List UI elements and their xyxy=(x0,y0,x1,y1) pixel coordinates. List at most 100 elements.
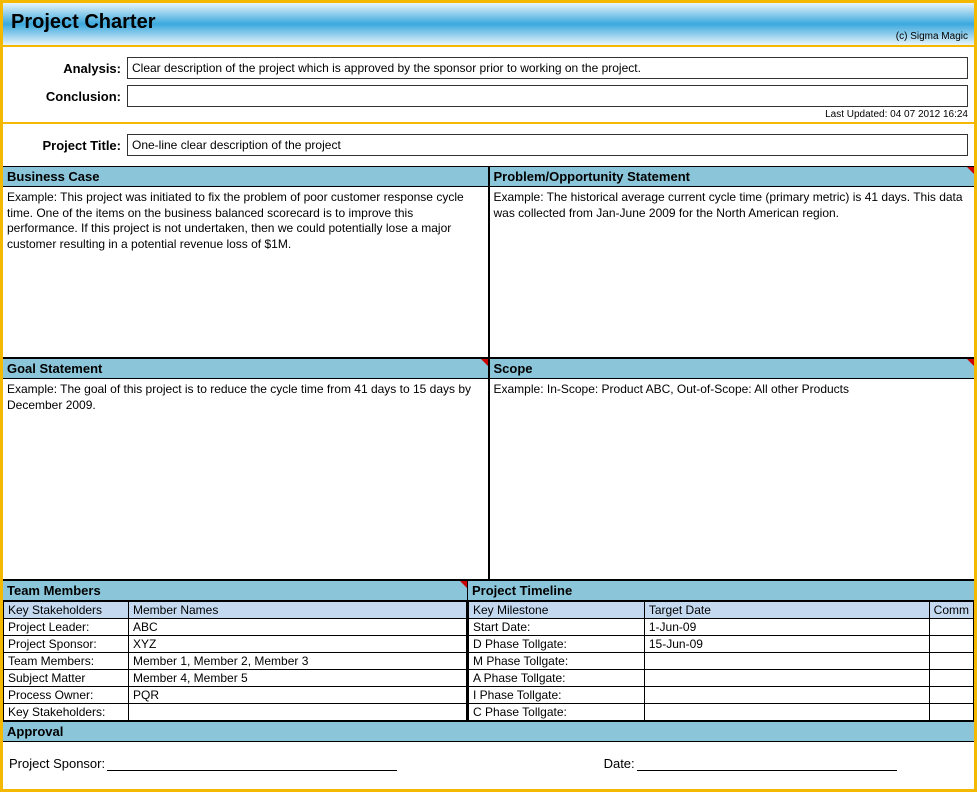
date-signature: Date: xyxy=(604,756,968,771)
col-key-stakeholders: Key Stakeholders xyxy=(4,602,129,619)
table-row: Start Date:1-Jun-09 xyxy=(469,619,974,636)
table-header-row: Key Milestone Target Date Comm xyxy=(469,602,974,619)
name-cell[interactable] xyxy=(129,704,467,721)
table-row: M Phase Tollgate: xyxy=(469,653,974,670)
problem-header: Problem/Opportunity Statement xyxy=(490,167,975,187)
col-target-date: Target Date xyxy=(644,602,929,619)
role-cell[interactable]: Project Leader: xyxy=(4,619,129,636)
comment-indicator-icon[interactable] xyxy=(967,167,974,174)
date-cell[interactable]: 1-Jun-09 xyxy=(644,619,929,636)
comment-indicator-icon[interactable] xyxy=(460,581,467,588)
copyright-text: (c) Sigma Magic xyxy=(896,31,968,42)
date-cell[interactable]: 15-Jun-09 xyxy=(644,636,929,653)
project-title-input[interactable]: One-line clear description of the projec… xyxy=(127,134,968,156)
project-title-label: Project Title: xyxy=(9,138,127,153)
goal-header-text: Goal Statement xyxy=(7,361,102,376)
comm-cell[interactable] xyxy=(929,670,973,687)
approval-row: Project Sponsor: Date: xyxy=(3,742,974,789)
comment-indicator-icon[interactable] xyxy=(967,359,974,366)
timeline-section: Project Timeline Key Milestone Target Da… xyxy=(468,581,974,721)
milestone-cell[interactable]: M Phase Tollgate: xyxy=(469,653,645,670)
project-charter: Project Charter (c) Sigma Magic Analysis… xyxy=(0,0,977,792)
sponsor-label: Project Sponsor: xyxy=(9,756,105,771)
name-cell[interactable]: PQR xyxy=(129,687,467,704)
comm-cell[interactable] xyxy=(929,619,973,636)
role-cell[interactable]: Team Members: xyxy=(4,653,129,670)
scope-header: Scope xyxy=(490,359,975,379)
col-comm: Comm xyxy=(929,602,973,619)
name-cell[interactable]: ABC xyxy=(129,619,467,636)
milestone-cell[interactable]: C Phase Tollgate: xyxy=(469,704,645,721)
name-cell[interactable]: Member 1, Member 2, Member 3 xyxy=(129,653,467,670)
last-updated-text: Last Updated: 04 07 2012 16:24 xyxy=(3,109,974,122)
role-cell[interactable]: Subject Matter xyxy=(4,670,129,687)
row-goal-scope: Goal Statement Example: The goal of this… xyxy=(3,358,974,580)
table-row: Project Leader:ABC xyxy=(4,619,467,636)
conclusion-label: Conclusion: xyxy=(9,89,127,104)
name-cell[interactable]: XYZ xyxy=(129,636,467,653)
scope-section: Scope Example: In-Scope: Product ABC, Ou… xyxy=(489,358,975,580)
analysis-input[interactable]: Clear description of the project which i… xyxy=(127,57,968,79)
team-members-table: Key Stakeholders Member Names Project Le… xyxy=(3,601,467,721)
business-case-body[interactable]: Example: This project was initiated to f… xyxy=(3,187,488,357)
date-label: Date: xyxy=(604,756,635,771)
date-signature-line[interactable] xyxy=(637,770,897,771)
date-cell[interactable] xyxy=(644,670,929,687)
col-key-milestone: Key Milestone xyxy=(469,602,645,619)
table-row: Team Members:Member 1, Member 2, Member … xyxy=(4,653,467,670)
table-row: A Phase Tollgate: xyxy=(469,670,974,687)
role-cell[interactable]: Key Stakeholders: xyxy=(4,704,129,721)
scope-header-text: Scope xyxy=(494,361,533,376)
col-member-names: Member Names xyxy=(129,602,467,619)
team-members-section: Team Members Key Stakeholders Member Nam… xyxy=(3,581,468,721)
row-team-timeline: Team Members Key Stakeholders Member Nam… xyxy=(3,580,974,721)
business-case-header: Business Case xyxy=(3,167,488,187)
analysis-label: Analysis: xyxy=(9,61,127,76)
role-cell[interactable]: Process Owner: xyxy=(4,687,129,704)
team-members-header: Team Members xyxy=(3,581,467,601)
timeline-table: Key Milestone Target Date Comm Start Dat… xyxy=(468,601,974,721)
team-members-header-text: Team Members xyxy=(7,583,101,598)
comm-cell[interactable] xyxy=(929,653,973,670)
comment-indicator-icon[interactable] xyxy=(481,359,488,366)
table-row: Process Owner:PQR xyxy=(4,687,467,704)
milestone-cell[interactable]: A Phase Tollgate: xyxy=(469,670,645,687)
conclusion-input[interactable] xyxy=(127,85,968,107)
milestone-cell[interactable]: I Phase Tollgate: xyxy=(469,687,645,704)
table-row: Subject MatterMember 4, Member 5 xyxy=(4,670,467,687)
problem-header-text: Problem/Opportunity Statement xyxy=(494,169,690,184)
conclusion-row: Conclusion: xyxy=(3,81,974,109)
problem-section: Problem/Opportunity Statement Example: T… xyxy=(489,166,975,358)
table-row: D Phase Tollgate:15-Jun-09 xyxy=(469,636,974,653)
timeline-header: Project Timeline xyxy=(468,581,974,601)
goal-section: Goal Statement Example: The goal of this… xyxy=(3,358,489,580)
sponsor-signature-line[interactable] xyxy=(107,770,397,771)
row-business-problem: Business Case Example: This project was … xyxy=(3,166,974,358)
scope-body[interactable]: Example: In-Scope: Product ABC, Out-of-S… xyxy=(490,379,975,579)
project-title-row: Project Title: One-line clear descriptio… xyxy=(3,124,974,166)
approval-header: Approval xyxy=(3,721,974,742)
role-cell[interactable]: Project Sponsor: xyxy=(4,636,129,653)
table-row: I Phase Tollgate: xyxy=(469,687,974,704)
date-cell[interactable] xyxy=(644,704,929,721)
milestone-cell[interactable]: Start Date: xyxy=(469,619,645,636)
problem-body[interactable]: Example: The historical average current … xyxy=(490,187,975,357)
date-cell[interactable] xyxy=(644,687,929,704)
sponsor-signature: Project Sponsor: xyxy=(9,756,604,771)
name-cell[interactable]: Member 4, Member 5 xyxy=(129,670,467,687)
goal-body[interactable]: Example: The goal of this project is to … xyxy=(3,379,488,579)
charter-header: Project Charter (c) Sigma Magic xyxy=(3,3,974,47)
table-row: Key Stakeholders: xyxy=(4,704,467,721)
page-title: Project Charter xyxy=(11,11,964,34)
milestone-cell[interactable]: D Phase Tollgate: xyxy=(469,636,645,653)
table-row: Project Sponsor:XYZ xyxy=(4,636,467,653)
analysis-row: Analysis: Clear description of the proje… xyxy=(3,47,974,81)
goal-header: Goal Statement xyxy=(3,359,488,379)
date-cell[interactable] xyxy=(644,653,929,670)
comm-cell[interactable] xyxy=(929,704,973,721)
business-case-section: Business Case Example: This project was … xyxy=(3,166,489,358)
comm-cell[interactable] xyxy=(929,636,973,653)
table-header-row: Key Stakeholders Member Names xyxy=(4,602,467,619)
table-row: C Phase Tollgate: xyxy=(469,704,974,721)
comm-cell[interactable] xyxy=(929,687,973,704)
